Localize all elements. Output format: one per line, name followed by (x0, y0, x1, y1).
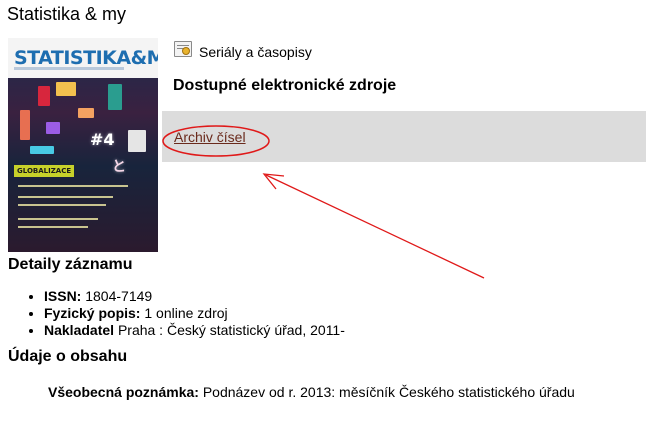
detail-label: Fyzický popis: (44, 305, 141, 321)
details-heading: Detaily záznamu (8, 256, 133, 273)
cover-image: STATISTIKA&MY #4 と GLOBALIZACE (8, 38, 158, 252)
resources-heading: Dostupné elektronické zdroje (173, 77, 397, 94)
cover-neon-sign (78, 108, 94, 118)
detail-value: Praha : Český statistický úřad, 2011- (117, 322, 345, 338)
general-note: Všeobecná poznámka: Podnázev od r. 2013:… (48, 384, 575, 400)
cover-masthead-subline (14, 67, 124, 70)
cover-masthead-title: STATISTIKA&MY (14, 47, 158, 69)
archive-link[interactable]: Archiv čísel (174, 129, 246, 145)
record-type-label: Seriály a časopisy (199, 44, 312, 60)
note-value: Podnázev od r. 2013: měsíčník Českého st… (202, 384, 575, 400)
detail-label: Nakladatel (44, 322, 115, 338)
cover-neon-sign (30, 146, 54, 154)
list-item: Nakladatel Praha : Český statistický úřa… (44, 322, 345, 339)
annotation-arrow (265, 174, 485, 279)
cover-badge: GLOBALIZACE (14, 165, 75, 177)
resources-band: Archiv čísel (162, 111, 646, 162)
detail-label: ISSN: (44, 288, 82, 304)
details-list: ISSN: 1804-7149 Fyzický popis: 1 online … (8, 288, 345, 339)
list-item: ISSN: 1804-7149 (44, 288, 345, 305)
cover-teaser-line (18, 196, 113, 198)
detail-value: 1 online zdroj (144, 305, 228, 321)
cover-masthead: STATISTIKA&MY (8, 38, 158, 78)
cover-neon-sign (108, 84, 122, 110)
cover-neon-sign (46, 122, 60, 134)
cover-neon-glyph: #4 (90, 130, 115, 149)
content-heading: Údaje o obsahu (8, 348, 128, 365)
list-item: Fyzický popis: 1 online zdroj (44, 305, 345, 322)
page-title: Statistika & my (7, 4, 127, 24)
cover-teaser-line (18, 218, 98, 220)
detail-value: 1804-7149 (85, 288, 153, 304)
cover-neon-sign (56, 82, 76, 96)
cover-teaser-line (18, 185, 128, 187)
annotation-arrow-head (262, 173, 285, 190)
cover-neon-sign (128, 130, 146, 152)
cover-teaser-line (18, 226, 88, 228)
cover-teaser-line (18, 204, 106, 206)
record-type: Seriály a časopisy (174, 39, 312, 60)
cover-neon-sign (38, 86, 50, 106)
cover-neon-glyph: と (112, 159, 126, 175)
note-label: Všeobecná poznámka: (48, 384, 199, 400)
cover-neon-sign (20, 110, 30, 140)
serial-icon (174, 41, 192, 57)
